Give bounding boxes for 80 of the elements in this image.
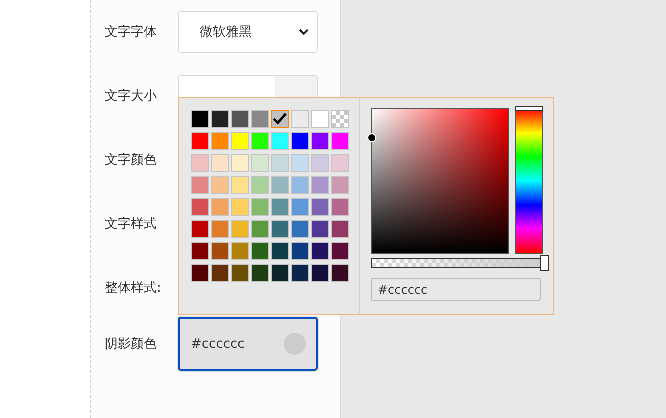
transparent-swatch[interactable] [331, 110, 349, 128]
color-swatch[interactable] [231, 176, 249, 194]
color-swatch[interactable] [291, 110, 309, 128]
chevron-down-icon [299, 28, 309, 36]
color-swatch[interactable] [291, 198, 309, 216]
opacity-slider[interactable] [371, 255, 551, 271]
color-swatch[interactable] [311, 154, 329, 172]
color-swatch[interactable] [191, 110, 209, 128]
hue-slider-handle[interactable] [515, 106, 543, 112]
opacity-slider-handle[interactable] [540, 255, 550, 271]
color-swatch[interactable] [271, 220, 289, 238]
color-swatch[interactable] [231, 220, 249, 238]
color-swatch[interactable] [291, 220, 309, 238]
color-swatch[interactable] [271, 264, 289, 282]
field-label: 文字颜色 [105, 152, 158, 169]
color-swatch[interactable] [331, 132, 349, 150]
color-swatch[interactable] [211, 132, 229, 150]
color-swatch[interactable] [251, 176, 269, 194]
color-swatch[interactable] [291, 176, 309, 194]
color-swatch[interactable] [251, 110, 269, 128]
color-swatch[interactable] [211, 154, 229, 172]
color-swatch[interactable] [191, 242, 209, 260]
check-icon [273, 113, 287, 125]
color-swatch[interactable] [251, 242, 269, 260]
color-swatch[interactable] [231, 264, 249, 282]
color-swatch[interactable] [291, 242, 309, 260]
color-swatch[interactable] [231, 154, 249, 172]
color-swatch[interactable] [311, 220, 329, 238]
color-swatch[interactable] [191, 198, 209, 216]
field-label: 整体样式: [105, 280, 162, 297]
color-swatch[interactable] [231, 132, 249, 150]
color-swatch[interactable] [211, 110, 229, 128]
color-swatch[interactable] [271, 176, 289, 194]
color-swatch[interactable] [251, 132, 269, 150]
color-swatch[interactable] [191, 176, 209, 194]
color-swatch[interactable] [191, 264, 209, 282]
color-swatch[interactable] [191, 220, 209, 238]
color-swatch[interactable] [271, 198, 289, 216]
color-swatch[interactable] [211, 242, 229, 260]
color-swatch[interactable] [251, 220, 269, 238]
color-swatch[interactable] [191, 154, 209, 172]
color-swatch[interactable] [271, 132, 289, 150]
color-swatch[interactable] [331, 154, 349, 172]
color-swatch[interactable] [211, 220, 229, 238]
field-label: 文字字体 [105, 24, 158, 41]
color-swatch[interactable] [231, 198, 249, 216]
color-swatch[interactable] [271, 242, 289, 260]
color-swatch[interactable] [291, 132, 309, 150]
color-swatch[interactable] [291, 154, 309, 172]
color-swatch[interactable] [311, 176, 329, 194]
picker-handle[interactable] [368, 133, 376, 142]
color-swatch[interactable] [211, 176, 229, 194]
field-label: 阴影颜色 [105, 336, 158, 353]
color-swatch[interactable] [311, 264, 329, 282]
color-swatch[interactable] [251, 198, 269, 216]
color-swatch[interactable] [311, 242, 329, 260]
color-swatch[interactable] [271, 154, 289, 172]
color-swatch[interactable] [231, 110, 249, 128]
font-select[interactable]: 微软雅黑 [178, 11, 318, 53]
color-swatch[interactable] [271, 110, 289, 128]
color-swatch[interactable] [331, 176, 349, 194]
hex-input-field[interactable]: #cccccc [371, 278, 541, 301]
color-swatch[interactable] [311, 198, 329, 216]
field-label: 文字大小 [105, 88, 158, 105]
color-swatch[interactable] [331, 198, 349, 216]
color-swatch[interactable] [331, 242, 349, 260]
color-swatch[interactable] [311, 110, 329, 128]
color-swatch[interactable] [331, 264, 349, 282]
color-swatch[interactable] [211, 264, 229, 282]
color-swatch[interactable] [251, 264, 269, 282]
color-swatch[interactable] [211, 198, 229, 216]
color-swatch[interactable] [311, 132, 329, 150]
color-input-field[interactable]: #cccccc [178, 317, 318, 371]
color-swatch[interactable] [251, 154, 269, 172]
color-swatch[interactable] [231, 242, 249, 260]
field-label: 文字样式 [105, 216, 158, 233]
hue-slider[interactable] [515, 108, 543, 254]
color-swatch[interactable] [291, 264, 309, 282]
color-swatch[interactable] [191, 132, 209, 150]
color-swatch[interactable] [331, 220, 349, 238]
